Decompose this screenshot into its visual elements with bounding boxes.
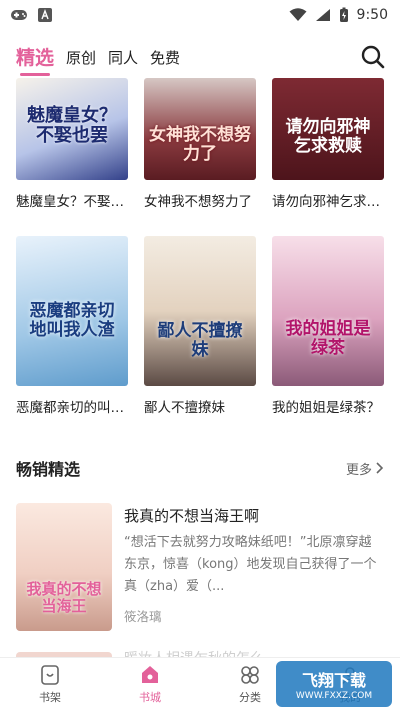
tab-original[interactable]: 原创: [66, 47, 96, 76]
nav-bookstore[interactable]: 书城: [110, 664, 190, 705]
book-title: 鄙人不擅撩妹: [144, 400, 225, 416]
watermark-logo: 飞翔下载 WWW.FXXZ.COM: [276, 661, 392, 707]
nav-bookshelf[interactable]: 书架: [10, 664, 90, 705]
featured-book-author: 筱洛璃: [124, 609, 162, 624]
nav-label: 分类: [239, 691, 261, 704]
book-grid: 魅魔皇女？不娶也罢 魅魔皇女？不娶也罢 女神我不想努力了 女神我不想努力了 请勿…: [16, 78, 386, 422]
nav-label: 书架: [39, 691, 61, 704]
book-title: 我的姐姐是绿茶？: [272, 400, 380, 416]
book-card[interactable]: 我的姐姐是绿茶 我的姐姐是绿茶？: [272, 236, 384, 422]
book-card[interactable]: 魅魔皇女？不娶也罢 魅魔皇女？不娶也罢: [16, 78, 128, 236]
section-header: 畅销精选 更多: [16, 456, 384, 480]
book-cover[interactable]: 女神我不想努力了: [144, 78, 256, 180]
bottom-nav: 书架 书城 分类 我的 飞翔下载 WWW.FXXZ.COM: [0, 657, 400, 711]
category-icon: [241, 666, 259, 684]
more-link[interactable]: 更多: [346, 459, 384, 478]
battery-icon: [339, 7, 348, 22]
book-cover[interactable]: 鄙人不擅撩妹: [144, 236, 256, 386]
tab-free[interactable]: 免费: [150, 47, 180, 76]
watermark-title: 飞翔下载: [301, 671, 366, 690]
cover-title: 请勿向邪神乞求救赎: [285, 117, 371, 156]
search-icon[interactable]: [360, 44, 386, 70]
section-title: 畅销精选: [16, 460, 81, 479]
more-label: 更多: [345, 462, 372, 478]
featured-book-title: 我真的不想当海王啊: [124, 507, 260, 525]
featured-book-info: 我真的不想当海王啊 “想活下去就努力攻略妹纸吧！”北原凛穿越东京，惊喜（kong…: [124, 503, 384, 631]
cover-title: 我真的不想当海王: [26, 580, 102, 615]
book-card[interactable]: 鄙人不擅撩妹 鄙人不擅撩妹: [144, 236, 256, 422]
featured-book-description: “想活下去就努力攻略妹纸吧！”北原凛穿越东京，惊喜（kong）地发现自己获得了一…: [124, 535, 377, 594]
book-title: 魅魔皇女？不娶也罢: [16, 194, 128, 210]
featured-book-cover[interactable]: 我真的不想当海王: [16, 503, 112, 631]
book-title: 请勿向邪神乞求救赎: [272, 194, 384, 210]
watermark-url: WWW.FXXZ.COM: [295, 691, 373, 701]
book-title: 女神我不想努力了: [144, 194, 252, 210]
gamepad-icon: [11, 10, 27, 20]
status-bar: 9:50: [0, 0, 400, 30]
cover-title: 恶魔都亲切地叫我人渣: [29, 301, 115, 340]
book-cover[interactable]: 我的姐姐是绿茶: [272, 236, 384, 386]
book-card[interactable]: 请勿向邪神乞求救赎 请勿向邪神乞求救赎: [272, 78, 384, 236]
cover-title: 女神我不想努力了: [149, 125, 251, 164]
tab-fanfic[interactable]: 同人: [108, 47, 138, 76]
book-cover[interactable]: 请勿向邪神乞求救赎: [272, 78, 384, 180]
bookstore-icon: [142, 666, 158, 683]
book-cover[interactable]: 魅魔皇女？不娶也罢: [16, 78, 128, 180]
cover-title: 鄙人不擅撩妹: [157, 321, 243, 360]
signal-icon: [315, 9, 330, 21]
top-tabs: 精选 原创 同人 免费: [16, 40, 386, 76]
cover-title: 魅魔皇女？不娶也罢: [27, 105, 117, 146]
wifi-icon: [289, 8, 307, 21]
cover-title: 我的姐姐是绿茶: [285, 319, 371, 358]
book-card[interactable]: 女神我不想努力了 女神我不想努力了: [144, 78, 256, 236]
status-time: 9:50: [356, 7, 388, 23]
book-card[interactable]: 恶魔都亲切地叫我人渣 恶魔都亲切的叫我人渣: [16, 236, 128, 422]
nav-label: 书城: [139, 691, 161, 704]
book-title: 恶魔都亲切的叫我人渣: [16, 400, 128, 416]
app-a-icon: [38, 8, 52, 22]
chevron-right-icon: [376, 462, 384, 474]
bookshelf-icon: [41, 665, 59, 685]
book-cover[interactable]: 恶魔都亲切地叫我人渣: [16, 236, 128, 386]
featured-book[interactable]: 我真的不想当海王 我真的不想当海王啊 “想活下去就努力攻略妹纸吧！”北原凛穿越东…: [16, 503, 384, 631]
tab-featured[interactable]: 精选: [16, 43, 54, 76]
